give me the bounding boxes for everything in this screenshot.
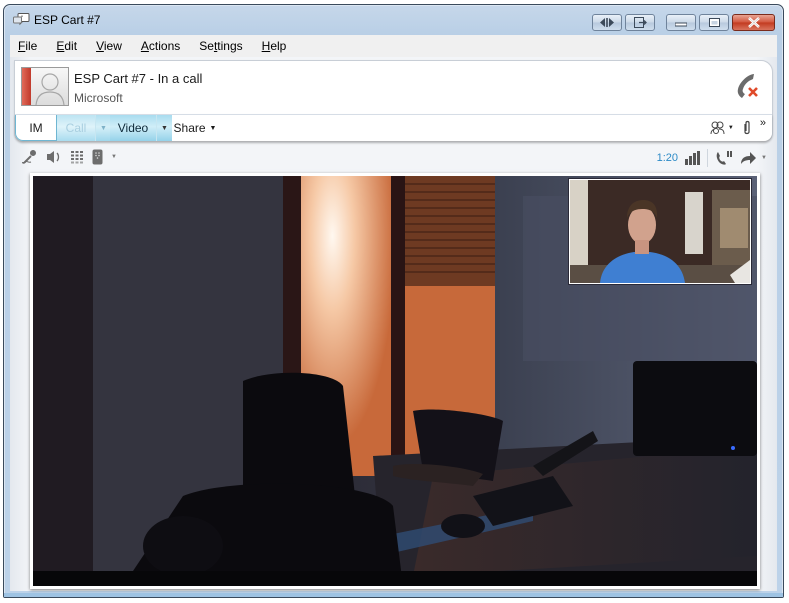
tab-call[interactable]: Call (57, 115, 95, 141)
chat-bubble-icon: " (13, 13, 30, 26)
call-dropdown-button[interactable]: ▼ (95, 115, 111, 141)
menu-settings[interactable]: Settings (199, 39, 242, 53)
paperclip-icon[interactable] (742, 120, 752, 136)
contact-header: ESP Cart #7 - In a call Microsoft IM Cal… (14, 60, 773, 141)
menu-help[interactable]: Help (262, 39, 287, 53)
compact-view-button[interactable] (592, 14, 622, 31)
remote-video[interactable] (30, 173, 760, 589)
call-timer: 1:20 (656, 152, 679, 164)
menu-bar: File Edit View Actions Settings Help (10, 35, 777, 57)
close-icon (747, 17, 760, 28)
maximize-button[interactable] (699, 14, 729, 31)
menu-file[interactable]: File (18, 39, 37, 53)
maximize-icon (708, 18, 720, 27)
transfer-icon (741, 152, 757, 164)
video-dropdown-button[interactable]: ▼ (156, 115, 172, 141)
conversation-area: ESP Cart #7 - In a call Microsoft IM Cal… (10, 57, 777, 591)
menu-actions[interactable]: Actions (141, 39, 180, 53)
chevron-down-icon: ▼ (727, 125, 734, 131)
pop-out-icon (633, 17, 647, 28)
avatar[interactable] (21, 67, 69, 106)
menu-view[interactable]: View (96, 39, 122, 53)
hold-call-icon[interactable] (715, 150, 733, 166)
tab-share[interactable]: Share ▼ (171, 115, 219, 141)
tab-call-label: Call (65, 121, 87, 135)
lync-conversation-window: " ESP Cart #7 File Edit View Actions Set… (3, 4, 784, 598)
svg-text:": " (21, 16, 23, 22)
self-view-feed (570, 180, 750, 283)
device-icon (92, 149, 103, 165)
call-controls: ▼ 1:20 ▼ (18, 147, 769, 169)
contact-name-status: ESP Cart #7 - In a call (74, 71, 203, 86)
tab-im[interactable]: IM (15, 115, 57, 141)
window-bottom-border (4, 593, 783, 597)
dialpad-icon[interactable] (70, 150, 84, 164)
contact-company: Microsoft (74, 91, 123, 105)
tab-video-label: Video (117, 121, 149, 135)
chevron-down-icon: ▼ (209, 124, 217, 132)
device-button[interactable]: ▼ (92, 149, 117, 165)
tab-share-label: Share (173, 121, 206, 135)
transfer-button[interactable]: ▼ (740, 151, 767, 165)
speaker-icon[interactable] (46, 150, 62, 164)
window-title: ESP Cart #7 (34, 13, 101, 27)
title-bar[interactable]: " ESP Cart #7 (4, 5, 783, 35)
default-person-icon (35, 73, 65, 105)
close-button[interactable] (732, 14, 775, 31)
presence-indicator (22, 68, 31, 105)
signal-quality-icon[interactable] (685, 151, 701, 165)
tab-im-label: IM (29, 120, 43, 135)
expand-collapse-icon (600, 18, 614, 27)
chevron-down-icon: ▼ (761, 155, 767, 161)
end-call-icon[interactable] (732, 71, 762, 101)
chevron-down-icon: ▼ (100, 124, 107, 132)
chevron-down-icon: ▼ (161, 124, 168, 132)
people-icon (710, 121, 725, 135)
pop-out-button[interactable] (625, 14, 655, 31)
modality-tabs: IM Call ▼ Video ▼ Share ▼ ▼ » (15, 114, 772, 141)
participants-button[interactable]: ▼ (710, 121, 734, 135)
overflow-button[interactable]: » (760, 117, 766, 129)
chevron-down-icon: ▼ (111, 154, 117, 160)
tab-video[interactable]: Video (110, 115, 156, 141)
microphone-icon[interactable] (22, 149, 38, 165)
separator (707, 149, 709, 167)
minimize-button[interactable] (666, 14, 696, 31)
minimize-icon (675, 22, 687, 26)
menu-edit[interactable]: Edit (56, 39, 77, 53)
self-view-video[interactable] (569, 179, 751, 284)
